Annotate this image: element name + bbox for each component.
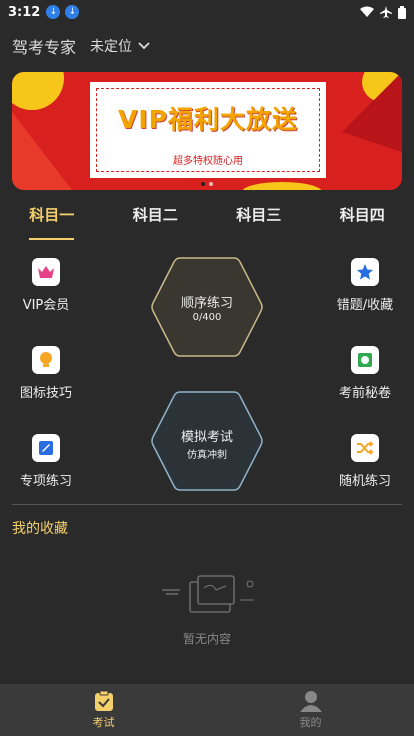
status-time: 3:12 (8, 4, 41, 20)
secret-paper-icon (351, 346, 379, 374)
app-title: 驾考专家 (12, 38, 77, 57)
crown-icon (32, 258, 60, 286)
chevron-down-icon (138, 42, 150, 50)
banner-pager (201, 182, 213, 186)
empty-box-icon (162, 575, 254, 613)
tab-subject-3[interactable]: 科目三 (236, 200, 281, 240)
status-bar: 3:12 ↓ ↓ (0, 0, 414, 24)
star-icon (351, 258, 379, 286)
battery-icon (398, 5, 406, 19)
promo-banner[interactable]: VIP福利大放送 超多特权随心用 (12, 72, 402, 190)
airplane-icon (380, 6, 392, 18)
banner-title: VIP福利大放送 (118, 105, 298, 134)
banner-dot (209, 182, 213, 186)
header: 驾考专家 未定位 (12, 32, 402, 60)
mock-exam-subtitle: 仿真冲刺 (187, 450, 227, 461)
random-practice-label: 随机练习 (338, 474, 391, 489)
nav-mine[interactable]: 我的 (207, 684, 414, 736)
nav-mine-label: 我的 (299, 716, 322, 729)
special-practice-button[interactable]: 专项练习 (6, 434, 86, 489)
sequential-practice-button[interactable]: 顺序练习 0/400 (150, 256, 264, 358)
mistakes-favorites-button[interactable]: 错题/收藏 (325, 258, 405, 313)
user-icon (299, 691, 322, 712)
empty-state-text: 暂无内容 (182, 632, 231, 646)
sequential-practice-label: 顺序练习 (180, 296, 233, 311)
vip-member-button[interactable]: VIP会员 (6, 258, 86, 313)
edit-document-icon (32, 434, 60, 462)
bottom-navigation: 考试 我的 (0, 684, 414, 736)
icon-tips-label: 图标技巧 (19, 386, 72, 401)
empty-state: 暂无内容 (0, 570, 414, 647)
subject-tabs: 科目一 科目二 科目三 科目四 (0, 200, 414, 240)
tab-subject-4[interactable]: 科目四 (340, 200, 385, 240)
favorites-heading: 我的收藏 (12, 521, 68, 537)
vip-member-label: VIP会员 (22, 298, 70, 313)
location-label: 未定位 (90, 39, 133, 55)
location-selector[interactable]: 未定位 (90, 36, 150, 56)
special-practice-label: 专项练习 (19, 474, 72, 489)
tab-subject-2[interactable]: 科目二 (133, 200, 178, 240)
shuffle-icon (351, 434, 379, 462)
icon-tips-button[interactable]: 图标技巧 (6, 346, 86, 401)
mock-exam-label: 模拟考试 (180, 430, 233, 445)
practice-progress: 0/400 (192, 312, 222, 323)
banner-dot (201, 182, 205, 186)
banner-card: VIP福利大放送 超多特权随心用 (88, 80, 328, 180)
banner-subtitle: 超多特权随心用 (173, 156, 243, 167)
mistakes-favorites-label: 错题/收藏 (336, 298, 394, 313)
wifi-icon (360, 6, 374, 17)
exam-secret-button[interactable]: 考前秘卷 (325, 346, 405, 401)
exam-secret-label: 考前秘卷 (338, 386, 391, 401)
lightbulb-icon (32, 346, 60, 374)
clipboard-check-icon (94, 690, 113, 711)
download-icon: ↓ (46, 5, 61, 19)
mock-exam-button[interactable]: 模拟考试 仿真冲刺 (150, 390, 264, 492)
random-practice-button[interactable]: 随机练习 (325, 434, 405, 489)
nav-exam[interactable]: 考试 (0, 684, 207, 736)
download-icon: ↓ (65, 5, 80, 19)
section-divider (12, 504, 402, 505)
nav-exam-label: 考试 (92, 716, 115, 729)
tab-subject-1[interactable]: 科目一 (29, 200, 75, 240)
